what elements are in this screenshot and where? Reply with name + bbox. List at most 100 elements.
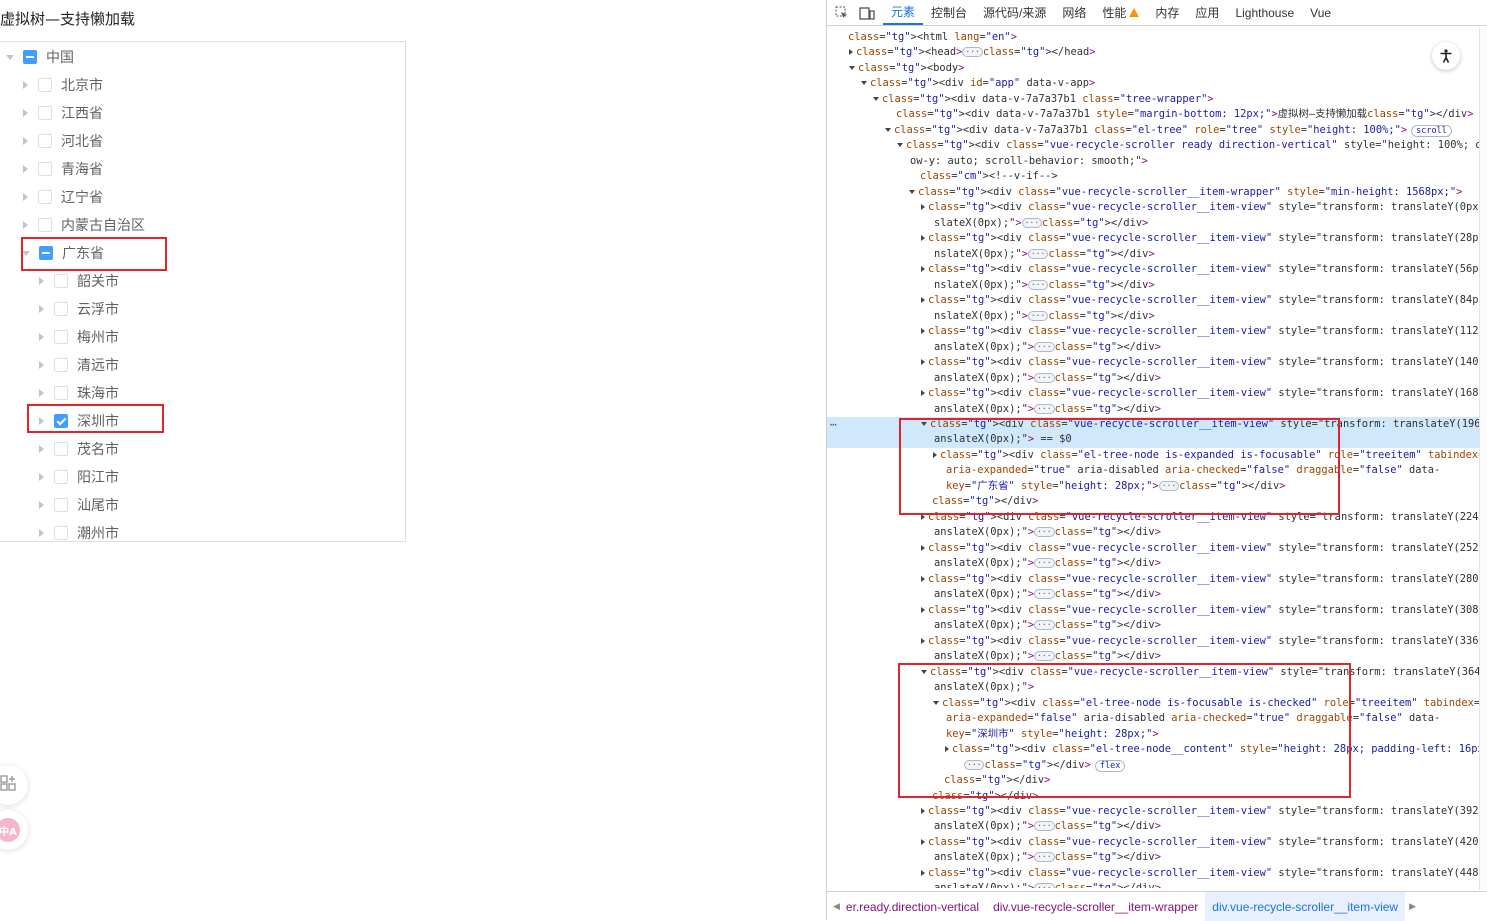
dom-line[interactable]: class="tg"><div class="vue-recycle-scrol… bbox=[827, 386, 1479, 402]
tree-node-checkbox[interactable] bbox=[23, 50, 37, 64]
tree-node[interactable]: 河北省 bbox=[0, 127, 405, 155]
tab-performance[interactable]: 性能 bbox=[1094, 0, 1147, 25]
dom-line[interactable]: slateX(0px);"> ··· class="tg"></div> bbox=[827, 216, 1479, 232]
tab-console[interactable]: 控制台 bbox=[923, 0, 975, 25]
dom-line[interactable]: class="tg"><div data-v-7a7a37b1 class="e… bbox=[827, 123, 1479, 139]
dom-line[interactable]: class="tg"><div class="vue-recycle-scrol… bbox=[827, 200, 1479, 216]
translate-button[interactable]: 中A bbox=[0, 810, 28, 850]
device-toolbar-icon[interactable] bbox=[855, 0, 883, 25]
tree-node[interactable]: 韶关市 bbox=[0, 267, 405, 295]
caret-right-icon[interactable] bbox=[23, 81, 28, 89]
dom-line[interactable]: class="tg"><div class="vue-recycle-scrol… bbox=[827, 603, 1479, 619]
tab-sources[interactable]: 源代码/来源 bbox=[975, 0, 1054, 25]
dom-line[interactable]: class="tg"><div class="vue-recycle-scrol… bbox=[827, 293, 1479, 309]
dom-line[interactable]: class="tg"><div class="vue-recycle-scrol… bbox=[827, 185, 1479, 201]
caret-right-icon[interactable] bbox=[23, 165, 28, 173]
dom-line[interactable]: class="tg"><div class="vue-recycle-scrol… bbox=[827, 804, 1479, 820]
inspect-element-icon[interactable] bbox=[827, 0, 855, 25]
caret-right-icon[interactable] bbox=[39, 305, 44, 313]
caret-right-icon[interactable] bbox=[39, 529, 44, 537]
dom-line[interactable]: class="tg"><div class="vue-recycle-scrol… bbox=[827, 634, 1479, 650]
breadcrumb-item-wrapper[interactable]: div.vue-recycle-scroller__item-wrapper bbox=[986, 892, 1205, 921]
dom-line[interactable]: class="cm"><!--v-if--> bbox=[827, 169, 1479, 185]
devtools-scrollbar[interactable] bbox=[1479, 28, 1487, 890]
breadcrumb-scroll-right-icon[interactable]: ▶ bbox=[1405, 901, 1420, 912]
dom-line[interactable]: anslateX(0px);">···class="tg"></div> bbox=[827, 556, 1479, 572]
tree-node[interactable]: 清远市 bbox=[0, 351, 405, 379]
tree-node[interactable]: 潮州市 bbox=[0, 519, 405, 541]
dom-line[interactable]: class="tg"><div class="vue-recycle-scrol… bbox=[827, 262, 1479, 278]
dom-line[interactable]: anslateX(0px);">···class="tg"></div> bbox=[827, 340, 1479, 356]
tree-node[interactable]: 云浮市 bbox=[0, 295, 405, 323]
dom-line[interactable]: anslateX(0px);">···class="tg"></div> bbox=[827, 819, 1479, 835]
tree-node-checkbox[interactable] bbox=[54, 302, 68, 316]
tree-node-checkbox[interactable] bbox=[38, 78, 52, 92]
virtual-tree[interactable]: 中国 北京市 江西省 河北省 青海省 辽宁省 内蒙古自治区 广东省 韶关市 云浮市 梅州市 清远市 珠海… bbox=[0, 41, 406, 542]
dom-line[interactable]: anslateX(0px);">···class="tg"></div> bbox=[827, 402, 1479, 418]
tree-node-checkbox[interactable] bbox=[54, 498, 68, 512]
dom-line[interactable]: class="tg"><html lang="en"> bbox=[827, 30, 1479, 46]
caret-right-icon[interactable] bbox=[39, 473, 44, 481]
dom-line[interactable]: anslateX(0px);">···class="tg"></div> bbox=[827, 618, 1479, 634]
tab-vue[interactable]: Vue bbox=[1302, 0, 1339, 25]
caret-down-icon[interactable] bbox=[6, 54, 14, 60]
tree-node-checkbox[interactable] bbox=[54, 386, 68, 400]
tree-node[interactable]: 珠海市 bbox=[0, 379, 405, 407]
tab-elements[interactable]: 元素 bbox=[883, 0, 924, 25]
dom-line[interactable]: class="tg"><div class="vue-recycle-scrol… bbox=[827, 835, 1479, 851]
tree-node-checkbox[interactable] bbox=[38, 134, 52, 148]
dom-line[interactable]: anslateX(0px);">···class="tg"></div> bbox=[827, 371, 1479, 387]
dom-line[interactable]: class="tg"><body> bbox=[827, 61, 1479, 77]
dom-line[interactable]: anslateX(0px);">···class="tg"></div> bbox=[827, 587, 1479, 603]
caret-right-icon[interactable] bbox=[23, 221, 28, 229]
dom-line[interactable]: nslateX(0px);"> ··· class="tg"></div> bbox=[827, 247, 1479, 263]
tree-node-checkbox[interactable] bbox=[54, 526, 68, 540]
tree-node-checkbox[interactable] bbox=[38, 106, 52, 120]
tree-node[interactable]: 北京市 bbox=[0, 71, 405, 99]
dom-line[interactable]: anslateX(0px);">···class="tg"></div> bbox=[827, 850, 1479, 866]
tree-node-checkbox[interactable] bbox=[54, 470, 68, 484]
more-options-icon[interactable]: ⋯ bbox=[830, 417, 837, 433]
dom-line[interactable]: class="tg"><head> ··· class="tg"></head> bbox=[827, 45, 1479, 61]
tree-node[interactable]: 阳江市 bbox=[0, 463, 405, 491]
tree-node[interactable]: 江西省 bbox=[0, 99, 405, 127]
accessibility-icon[interactable] bbox=[1432, 42, 1460, 70]
caret-right-icon[interactable] bbox=[39, 501, 44, 509]
tree-node-checkbox[interactable] bbox=[38, 162, 52, 176]
dom-line[interactable]: class="tg"><div class="vue-recycle-scrol… bbox=[827, 355, 1479, 371]
dom-line[interactable]: class="tg"><div class="vue-recycle-scrol… bbox=[827, 231, 1479, 247]
breadcrumb-item-view[interactable]: div.vue-recycle-scroller__item-view bbox=[1205, 892, 1406, 921]
caret-right-icon[interactable] bbox=[39, 333, 44, 341]
dom-line[interactable]: ow-y: auto; scroll-behavior: smooth;"> bbox=[827, 154, 1479, 170]
dom-line[interactable]: class="tg"><div data-v-7a7a37b1 class="t… bbox=[827, 92, 1479, 108]
caret-right-icon[interactable] bbox=[39, 389, 44, 397]
dom-line[interactable]: class="tg"><div data-v-7a7a37b1 style="m… bbox=[827, 107, 1479, 123]
tree-node-checkbox[interactable] bbox=[38, 218, 52, 232]
dom-line[interactable]: class="tg"><div id="app" data-v-app> bbox=[827, 76, 1479, 92]
tree-node[interactable]: 辽宁省 bbox=[0, 183, 405, 211]
dom-line[interactable]: nslateX(0px);"> ··· class="tg"></div> bbox=[827, 309, 1479, 325]
tree-node-checkbox[interactable] bbox=[54, 274, 68, 288]
tree-node[interactable]: 中国 bbox=[0, 43, 405, 71]
dom-line[interactable]: class="tg"><div class="vue-recycle-scrol… bbox=[827, 866, 1479, 882]
tree-node[interactable]: 茂名市 bbox=[0, 435, 405, 463]
caret-right-icon[interactable] bbox=[23, 109, 28, 117]
dom-line[interactable]: anslateX(0px);">···class="tg"></div> bbox=[827, 525, 1479, 541]
dom-line[interactable]: class="tg"><div class="vue-recycle-scrol… bbox=[827, 572, 1479, 588]
tree-node-checkbox[interactable] bbox=[38, 190, 52, 204]
breadcrumb-scroll-left-icon[interactable]: ◀ bbox=[827, 901, 844, 912]
caret-right-icon[interactable] bbox=[23, 137, 28, 145]
caret-right-icon[interactable] bbox=[39, 445, 44, 453]
tab-memory[interactable]: 内存 bbox=[1147, 0, 1187, 25]
dom-line[interactable]: nslateX(0px);"> ··· class="tg"></div> bbox=[827, 278, 1479, 294]
tree-node[interactable]: 梅州市 bbox=[0, 323, 405, 351]
tab-network[interactable]: 网络 bbox=[1054, 0, 1094, 25]
tree-node-checkbox[interactable] bbox=[54, 330, 68, 344]
tab-lighthouse[interactable]: Lighthouse bbox=[1227, 0, 1302, 25]
dom-line[interactable]: class="tg"><div class="vue-recycle-scrol… bbox=[827, 324, 1479, 340]
dom-line[interactable]: class="tg"><div class="vue-recycle-scrol… bbox=[827, 138, 1479, 154]
tree-node[interactable]: 内蒙古自治区 bbox=[0, 211, 405, 239]
dom-line[interactable]: class="tg"><div class="vue-recycle-scrol… bbox=[827, 541, 1479, 557]
tree-node-checkbox[interactable] bbox=[54, 358, 68, 372]
tree-node[interactable]: 青海省 bbox=[0, 155, 405, 183]
